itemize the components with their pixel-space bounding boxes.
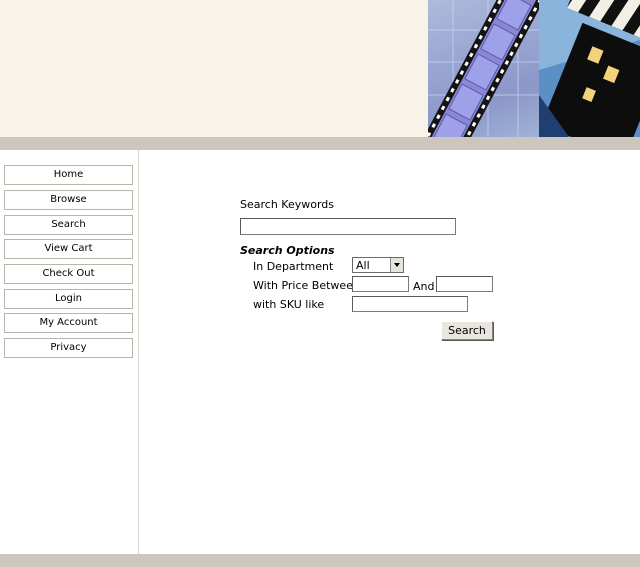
nav-login-button[interactable]: Login bbox=[4, 289, 133, 309]
price-between-label: With Price Between bbox=[253, 279, 360, 292]
nav-my-account-button[interactable]: My Account bbox=[4, 313, 133, 333]
price-min-input[interactable] bbox=[352, 276, 409, 292]
price-and-label: And bbox=[413, 280, 435, 293]
search-submit-button[interactable]: Search bbox=[441, 321, 493, 340]
clapperboard-banner-icon bbox=[539, 0, 640, 137]
nav-search-button[interactable]: Search bbox=[4, 215, 133, 235]
department-label: In Department bbox=[253, 260, 334, 273]
search-keywords-input[interactable] bbox=[240, 218, 456, 235]
nav-check-out-button[interactable]: Check Out bbox=[4, 264, 133, 284]
search-options-heading: Search Options bbox=[240, 244, 335, 257]
nav-view-cart-button[interactable]: View Cart bbox=[4, 239, 133, 259]
chevron-down-icon[interactable] bbox=[390, 258, 403, 272]
header-divider-band bbox=[0, 137, 640, 150]
department-select[interactable]: All bbox=[352, 257, 404, 273]
search-keywords-label: Search Keywords bbox=[240, 198, 334, 211]
nav-browse-button[interactable]: Browse bbox=[4, 190, 133, 210]
nav-home-button[interactable]: Home bbox=[4, 165, 133, 185]
footer-band bbox=[0, 554, 640, 567]
sku-input[interactable] bbox=[352, 296, 468, 312]
price-max-input[interactable] bbox=[436, 276, 493, 292]
film-strip-banner-icon bbox=[428, 0, 539, 137]
nav-privacy-button[interactable]: Privacy bbox=[4, 338, 133, 358]
sidebar-nav: Home Browse Search View Cart Check Out L… bbox=[0, 150, 139, 554]
department-selected-value: All bbox=[356, 259, 370, 272]
sku-label: with SKU like bbox=[253, 298, 325, 311]
